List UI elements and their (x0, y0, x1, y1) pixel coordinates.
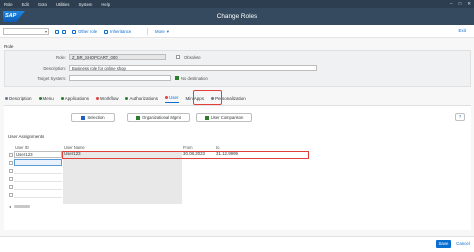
close-icon[interactable]: ✕ (467, 1, 471, 7)
chevron-down-icon[interactable]: ▾ (45, 29, 47, 34)
inheritance-button[interactable]: Inheritance (104, 28, 131, 35)
description-field[interactable]: Business role for online shop (69, 65, 317, 71)
row-selector[interactable] (9, 169, 13, 173)
chevron-down-icon: ▾ (166, 28, 169, 34)
status-icon (38, 96, 42, 100)
tab-user[interactable]: User (165, 93, 179, 103)
status-icon (60, 96, 64, 100)
more-menu-button[interactable]: More ▾ (155, 28, 169, 35)
user-id-input[interactable] (14, 191, 62, 198)
column-header-to[interactable]: to (216, 145, 219, 150)
selection-icon (81, 115, 86, 120)
org-icon (136, 115, 141, 120)
toolbar: ▾ Other role Inheritance More ▾ Exit (0, 25, 474, 38)
footer-bar (0, 236, 474, 252)
other-role-button[interactable]: Other role (72, 28, 97, 35)
menu-role[interactable]: Role (4, 2, 13, 7)
minimize-icon[interactable]: – (450, 1, 453, 7)
row-selector[interactable] (9, 185, 13, 189)
back-icon[interactable] (55, 28, 59, 35)
row-selector[interactable] (9, 177, 13, 181)
role-label: Role: (55, 55, 66, 60)
status-green-icon (175, 76, 179, 80)
exit-button[interactable]: Exit (458, 28, 466, 33)
target-system-field[interactable] (69, 75, 171, 81)
user-assignments-title: User Assignments (8, 134, 45, 139)
status-icon (125, 96, 129, 100)
user-comparison-button[interactable]: User Comparison (196, 113, 252, 122)
status-icon (96, 96, 100, 100)
tab-strip: Description Menu Applications Workflow A… (0, 93, 474, 103)
menu-system[interactable]: System (78, 2, 92, 7)
no-destination-text: No destination (181, 76, 208, 81)
user-id-cell[interactable]: User123 (14, 151, 62, 158)
page-title: Change Roles (216, 13, 258, 20)
row-selector[interactable] (9, 161, 13, 165)
row-selector[interactable] (9, 153, 13, 157)
obsolete-label: Obsolete (184, 55, 201, 60)
target-system-label: Target System: (37, 76, 66, 81)
menu-edit[interactable]: Edit (22, 2, 29, 7)
role-section-title: Role (4, 44, 14, 49)
window-controls: – □ ✕ (450, 1, 471, 7)
user-id-input[interactable] (14, 167, 62, 174)
role-field: Z_BR_SHOPCART_000 (69, 54, 166, 60)
document-icon (72, 29, 76, 34)
tab-menu[interactable]: Menu (38, 93, 54, 103)
column-header-from[interactable]: From (183, 145, 193, 150)
maximize-icon[interactable]: □ (459, 1, 462, 7)
cancel-button[interactable]: Cancel (454, 240, 472, 248)
selection-button[interactable]: Selection (71, 113, 115, 122)
horizontal-scrollbar[interactable] (14, 205, 30, 208)
toolbar-divider (147, 28, 148, 35)
user-id-input[interactable] (14, 159, 62, 166)
menu-utilities[interactable]: Utilities (56, 2, 70, 7)
user-id-input[interactable] (14, 183, 62, 190)
menu-help[interactable]: Help (101, 2, 110, 7)
tab-authorizations[interactable]: Authorizations (125, 93, 158, 103)
command-field[interactable]: ▾ (3, 28, 49, 35)
org-mgmt-button[interactable]: Organizational Mgmt (127, 113, 190, 122)
highlight-user-row (62, 151, 309, 159)
menu-goto[interactable]: Goto (38, 2, 47, 7)
menu-bar: Role Edit Goto Utilities System Help – □… (0, 0, 474, 8)
row-selector[interactable] (9, 193, 13, 197)
inheritance-icon (104, 29, 108, 34)
scroll-left-icon[interactable]: ◂ (9, 204, 11, 209)
user-name-column-readonly (63, 158, 182, 204)
comparison-icon (204, 115, 209, 120)
column-header-user-name[interactable]: User Name (64, 145, 85, 150)
highlight-user-tab (193, 90, 222, 105)
status-icon (165, 96, 168, 99)
obsolete-checkbox[interactable] (176, 55, 180, 59)
tab-description[interactable]: Description (5, 93, 32, 103)
tab-workflow[interactable]: Workflow (96, 93, 118, 103)
forward-icon[interactable] (62, 28, 66, 35)
tab-applications[interactable]: Applications (60, 93, 89, 103)
help-button[interactable]: ? (455, 113, 465, 121)
description-label: Description: (43, 66, 66, 71)
shell-header: SAP Change Roles (0, 8, 474, 25)
user-id-input[interactable] (14, 175, 62, 182)
save-button[interactable]: Save (436, 240, 451, 248)
status-icon (5, 96, 8, 100)
column-header-user-id[interactable]: User ID (15, 145, 29, 150)
